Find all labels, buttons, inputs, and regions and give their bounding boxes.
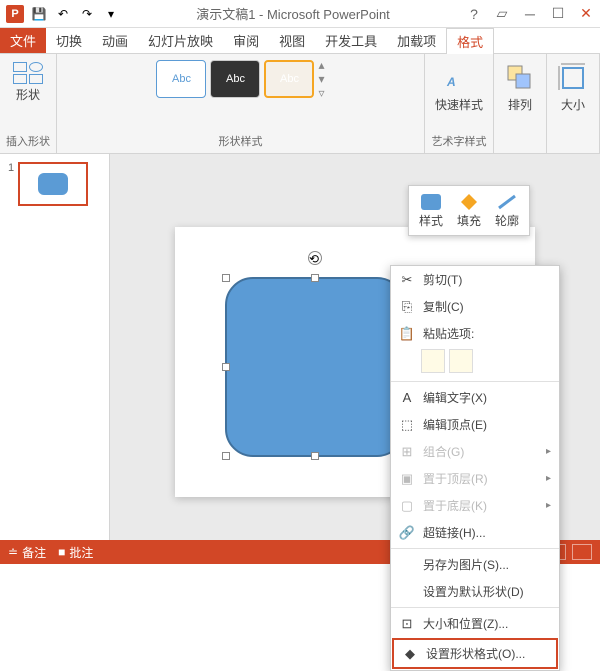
rotate-handle[interactable]: ⟲ — [308, 251, 322, 265]
mini-fill-button[interactable]: 填充 — [451, 190, 487, 231]
resize-handle-w[interactable] — [222, 363, 230, 371]
paste-icon: 📋 — [399, 326, 415, 342]
resize-handle-sw[interactable] — [222, 452, 230, 460]
tab-file[interactable]: 文件 — [0, 28, 46, 53]
minimize-icon[interactable]: ─ — [520, 4, 540, 24]
group-insert-shapes: 形状 插入形状 — [0, 54, 57, 153]
arrange-label: 排列 — [508, 96, 532, 113]
format-icon: ◆ — [402, 646, 418, 662]
paste-option-1[interactable] — [421, 349, 445, 373]
tab-transition[interactable]: 切换 — [46, 28, 92, 53]
help-icon[interactable]: ? — [464, 4, 484, 24]
resize-handle-n[interactable] — [311, 274, 319, 282]
thumbnail-panel: 1 — [0, 154, 110, 540]
menu-paste-section: 📋粘贴选项: — [391, 320, 559, 347]
app-icon[interactable]: P — [4, 3, 26, 25]
arrange-button[interactable]: 排列 — [500, 58, 540, 117]
tab-format[interactable]: 格式 — [446, 28, 494, 54]
resize-handle-nw[interactable] — [222, 274, 230, 282]
window-title: 演示文稿1 - Microsoft PowerPoint — [122, 4, 464, 23]
menu-hyperlink[interactable]: 🔗超链接(H)... — [391, 519, 559, 546]
menu-bring-front: ▣置于顶层(R)▸ — [391, 465, 559, 492]
group-arrange: 排列 — [494, 54, 547, 153]
gallery-more-icon[interactable]: ▿ — [318, 86, 324, 100]
menu-size-position[interactable]: ⊡大小和位置(Z)... — [391, 610, 559, 637]
notes-button[interactable]: ≐ 备注 — [8, 544, 46, 561]
style-preset-2[interactable]: Abc — [210, 60, 260, 98]
mini-outline-button[interactable]: 轮廓 — [489, 190, 525, 231]
paste-option-2[interactable] — [449, 349, 473, 373]
menu-edit-text[interactable]: A编辑文字(X) — [391, 384, 559, 411]
undo-icon[interactable]: ↶ — [52, 3, 74, 25]
context-menu: ✂剪切(T) ⎘复制(C) 📋粘贴选项: A编辑文字(X) ⬚编辑顶点(E) ⊞… — [390, 265, 560, 671]
quick-styles-label: 快速样式 — [435, 96, 483, 113]
group-quick-styles: A 快速样式 艺术字样式 — [425, 54, 494, 153]
qat-dropdown-icon[interactable]: ▾ — [100, 3, 122, 25]
edit-text-icon: A — [399, 390, 415, 406]
front-icon: ▣ — [399, 471, 415, 487]
menu-edit-points[interactable]: ⬚编辑顶点(E) — [391, 411, 559, 438]
menu-cut[interactable]: ✂剪切(T) — [391, 266, 559, 293]
maximize-icon[interactable]: ☐ — [548, 4, 568, 24]
shapes-label: 形状 — [16, 86, 40, 103]
slideshow-view-icon[interactable] — [572, 544, 592, 560]
tab-developer[interactable]: 开发工具 — [315, 28, 387, 53]
gallery-up-icon[interactable]: ▴ — [318, 58, 324, 72]
resize-handle-s[interactable] — [311, 452, 319, 460]
close-icon[interactable]: ✕ — [576, 4, 596, 24]
back-icon: ▢ — [399, 498, 415, 514]
style-preset-1[interactable]: Abc — [156, 60, 206, 98]
copy-icon: ⎘ — [399, 299, 415, 315]
group-label-styles: 形状样式 — [218, 133, 262, 149]
rounded-rectangle-shape[interactable]: ⟲ — [225, 277, 405, 457]
menu-group: ⊞组合(G)▸ — [391, 438, 559, 465]
ribbon-options-icon[interactable]: ▱ — [492, 4, 512, 24]
quick-styles-button[interactable]: A 快速样式 — [431, 58, 487, 117]
tab-review[interactable]: 审阅 — [223, 28, 269, 53]
size-label: 大小 — [561, 96, 585, 113]
menu-copy[interactable]: ⎘复制(C) — [391, 293, 559, 320]
group-shape-styles: Abc Abc Abc ▴▾▿ 形状样式 — [57, 54, 425, 153]
group-label-insert: 插入形状 — [6, 133, 50, 149]
size-button[interactable]: 大小 — [553, 58, 593, 117]
edit-points-icon: ⬚ — [399, 417, 415, 433]
menu-save-as-picture[interactable]: 另存为图片(S)... — [391, 551, 559, 578]
slide-thumbnail-1[interactable] — [18, 162, 88, 206]
tab-view[interactable]: 视图 — [269, 28, 315, 53]
ribbon-tabs: 文件 切换 动画 幻灯片放映 审阅 视图 开发工具 加载项 格式 — [0, 28, 600, 54]
menu-set-default-shape[interactable]: 设置为默认形状(D) — [391, 578, 559, 605]
group-label-wordart: 艺术字样式 — [431, 133, 486, 149]
tab-slideshow[interactable]: 幻灯片放映 — [138, 28, 223, 53]
menu-format-shape[interactable]: ◆设置形状格式(O)... — [392, 638, 558, 669]
group-icon: ⊞ — [399, 444, 415, 460]
svg-text:A: A — [446, 75, 456, 89]
shape-style-gallery[interactable]: Abc Abc Abc ▴▾▿ — [156, 58, 324, 100]
tab-animation[interactable]: 动画 — [92, 28, 138, 53]
link-icon: 🔗 — [399, 525, 415, 541]
slide-number: 1 — [8, 162, 14, 174]
gallery-down-icon[interactable]: ▾ — [318, 72, 324, 86]
redo-icon[interactable]: ↷ — [76, 3, 98, 25]
mini-toolbar: 样式 填充 轮廓 — [408, 185, 530, 236]
save-icon[interactable]: 💾 — [28, 3, 50, 25]
group-size: 大小 — [547, 54, 600, 153]
style-preset-3[interactable]: Abc — [264, 60, 314, 98]
mini-style-button[interactable]: 样式 — [413, 190, 449, 231]
shapes-button[interactable]: 形状 — [9, 58, 47, 107]
menu-send-back: ▢置于底层(K)▸ — [391, 492, 559, 519]
size-icon: ⊡ — [399, 616, 415, 632]
tab-addins[interactable]: 加载项 — [387, 28, 446, 53]
comments-button[interactable]: ■ 批注 — [58, 544, 93, 561]
ribbon: 形状 插入形状 Abc Abc Abc ▴▾▿ 形状样式 A 快速样式 艺术字样… — [0, 54, 600, 154]
cut-icon: ✂ — [399, 272, 415, 288]
